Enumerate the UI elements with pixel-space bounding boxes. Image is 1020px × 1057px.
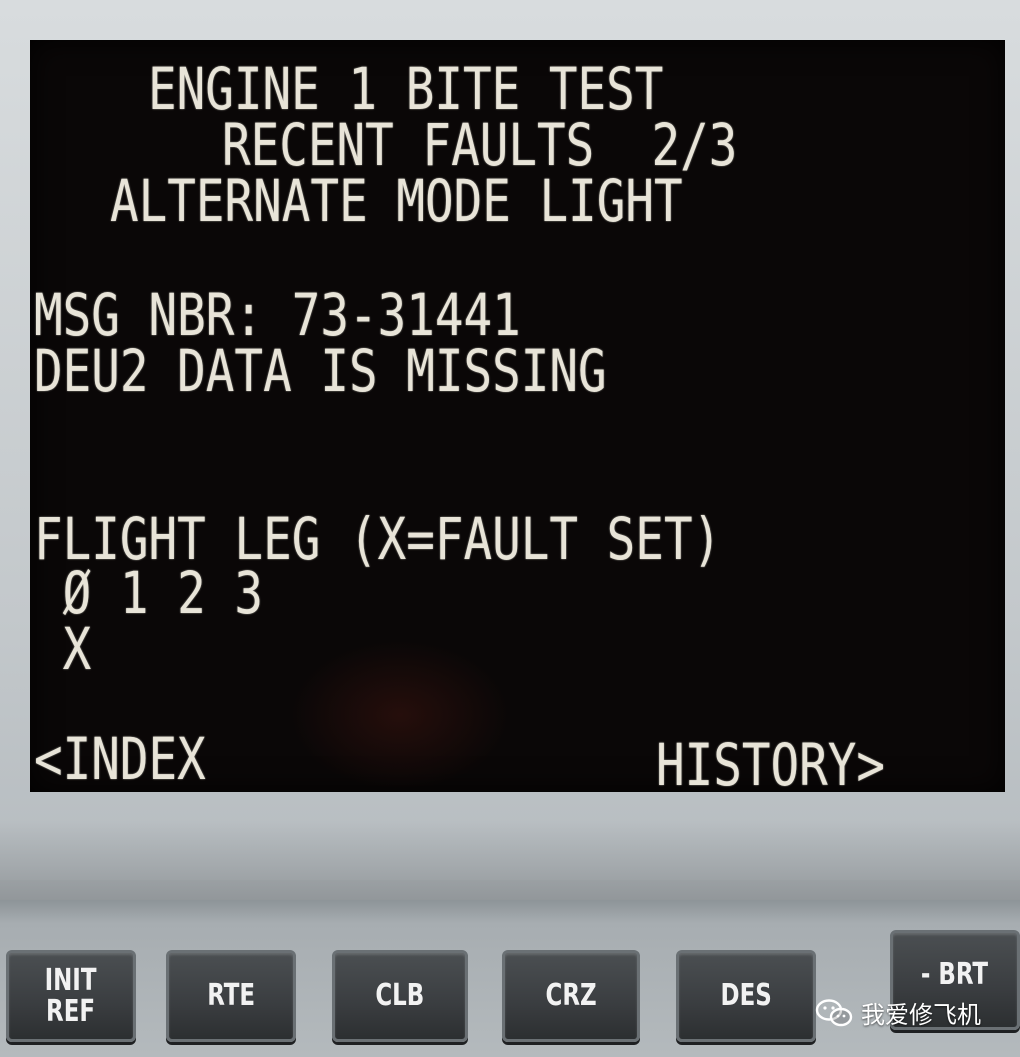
bezel-shadow [0, 820, 1020, 900]
watermark: 我爱修飞机 [815, 995, 981, 1030]
watermark-text: 我爱修飞机 [861, 1001, 981, 1029]
wechat-icon [815, 998, 853, 1026]
cdu-display: ENGINE 1 BITE TEST RECENT FAULTS 2/3 ALT… [30, 40, 1005, 792]
screen-reflection [290, 640, 510, 790]
init-ref-key[interactable]: INIT REF [6, 950, 136, 1042]
fault-name: ALTERNATE MODE LIGHT [110, 167, 683, 235]
des-key[interactable]: DES [676, 950, 816, 1042]
clb-key[interactable]: CLB [332, 950, 468, 1042]
clb-key-label: CLB [375, 978, 425, 1014]
init-ref-key-label: INIT REF [45, 962, 97, 1029]
rte-key[interactable]: RTE [166, 950, 296, 1042]
flight-leg-numbers: Ø 1 2 3 [34, 559, 264, 627]
page-subtitle: RECENT FAULTS 2/3 [222, 111, 738, 179]
page-title: ENGINE 1 BITE TEST [148, 55, 664, 123]
fault-status: DEU2 DATA IS MISSING [34, 337, 607, 405]
index-line-select[interactable]: <INDEX [34, 730, 206, 788]
crz-key[interactable]: CRZ [502, 950, 640, 1042]
brightness-key-label: - BRT [921, 957, 989, 992]
rte-key-label: RTE [207, 978, 255, 1014]
crz-key-label: CRZ [545, 978, 597, 1014]
des-key-label: DES [720, 978, 772, 1014]
message-number: MSG NBR: 73-31441 [34, 281, 521, 349]
flight-leg-fault-marks: X [34, 615, 92, 683]
history-line-select[interactable]: HISTORY> [656, 736, 885, 792]
